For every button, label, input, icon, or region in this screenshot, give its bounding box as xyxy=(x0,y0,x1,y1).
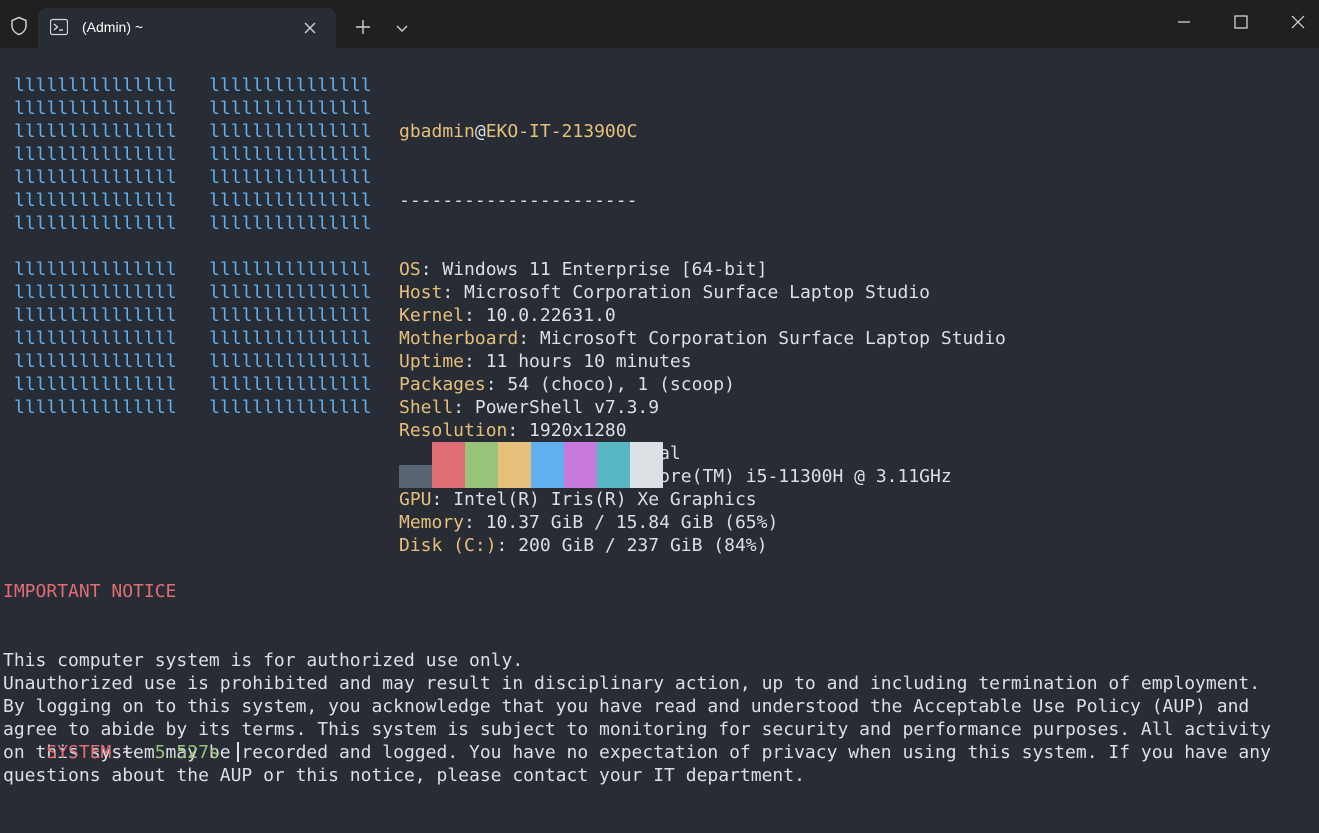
info-key: Uptime xyxy=(399,351,465,372)
logo-row: lllllllllllllll lllllllllllllll xyxy=(14,144,372,165)
logo-row: lllllllllllllll lllllllllllllll xyxy=(14,397,372,418)
info-value: : Microsoft Corporation Surface Laptop S… xyxy=(442,282,931,303)
info-key: Motherboard xyxy=(399,328,519,349)
user-host-line: gbadmin@EKO-IT-213900C xyxy=(399,120,1006,143)
logo-row: lllllllllllllll lllllllllllllll xyxy=(14,328,372,349)
info-row: Uptime: 11 hours 10 minutes xyxy=(399,350,1006,373)
logo-row: lllllllllllllll lllllllllllllll xyxy=(14,213,372,234)
info-key: Shell xyxy=(399,397,454,418)
color-swatch xyxy=(630,465,663,488)
info-key: Packages xyxy=(399,374,486,395)
info-value: : 1920x1280 xyxy=(507,420,627,441)
window-close-icon[interactable] xyxy=(1290,14,1306,30)
hostname: EKO-IT-213900C xyxy=(485,121,638,142)
plus-icon[interactable] xyxy=(354,18,372,36)
color-swatch xyxy=(630,442,663,465)
color-swatch xyxy=(597,442,630,465)
at-sign: @ xyxy=(474,121,486,142)
text-cursor xyxy=(236,742,239,762)
info-key: Host xyxy=(399,282,443,303)
info-value: : 54 (choco), 1 (scoop) xyxy=(485,374,735,395)
prompt-path: ~ xyxy=(111,742,144,763)
info-value: : Intel(R) Iris(R) Xe Graphics xyxy=(431,489,757,510)
info-key: Memory xyxy=(399,512,465,533)
chevron-down-icon[interactable] xyxy=(394,20,410,36)
info-row: Resolution: 1920x1280 xyxy=(399,419,1006,442)
powershell-icon xyxy=(50,18,68,36)
notice-line: Unauthorized use is prohibited and may r… xyxy=(3,673,1261,694)
logo-row: lllllllllllllll lllllllllllllll xyxy=(14,374,372,395)
minimize-icon[interactable] xyxy=(1176,14,1192,30)
separator-line: ---------------------- xyxy=(399,190,638,211)
logo-row: lllllllllllllll lllllllllllllll xyxy=(14,121,372,142)
info-row: Shell: PowerShell v7.3.9 xyxy=(399,396,1006,419)
notice-line: By logging on to this system, you acknow… xyxy=(3,696,1250,717)
color-swatch xyxy=(399,465,432,488)
shield-icon xyxy=(11,16,27,36)
info-row: Memory: 10.37 GiB / 15.84 GiB (65%) xyxy=(399,511,1006,534)
terminal-tab[interactable]: (Admin) ~ xyxy=(38,8,336,48)
logo-row: lllllllllllllll lllllllllllllll xyxy=(14,259,372,280)
logo-row: lllllllllllllll lllllllllllllll xyxy=(14,167,372,188)
info-key: Kernel xyxy=(399,305,465,326)
notice-line: questions about the AUP or this notice, … xyxy=(3,765,805,786)
notice-title: IMPORTANT NOTICE xyxy=(3,581,177,602)
prompt-duration: 5.527s xyxy=(143,742,231,763)
title-bar: (Admin) ~ xyxy=(0,0,1319,48)
prompt-system: SYSTEM xyxy=(46,742,112,763)
color-swatch xyxy=(597,465,630,488)
close-icon[interactable] xyxy=(302,20,318,36)
color-swatch xyxy=(564,442,597,465)
color-swatch xyxy=(465,465,498,488)
logo-row: lllllllllllllll lllllllllllllll xyxy=(14,351,372,372)
logo-row: lllllllllllllll lllllllllllllll xyxy=(14,282,372,303)
info-value: : Microsoft Corporation Surface Laptop S… xyxy=(518,328,1006,349)
info-value: : Windows 11 Enterprise [64-bit] xyxy=(420,259,768,280)
info-row: Packages: 54 (choco), 1 (scoop) xyxy=(399,373,1006,396)
color-swatch xyxy=(564,465,597,488)
info-row: Host: Microsoft Corporation Surface Lapt… xyxy=(399,281,1006,304)
info-row: Motherboard: Microsoft Corporation Surfa… xyxy=(399,327,1006,350)
logo-row: lllllllllllllll lllllllllllllll xyxy=(14,305,372,326)
color-swatch xyxy=(498,442,531,465)
info-value: : 10.37 GiB / 15.84 GiB (65%) xyxy=(464,512,779,533)
terminal-area[interactable]: lllllllllllllll lllllllllllllll lllllllll… xyxy=(0,48,1319,786)
color-swatch xyxy=(432,442,465,465)
info-row: GPU: Intel(R) Iris(R) Xe Graphics xyxy=(399,488,1006,511)
color-swatch xyxy=(531,442,564,465)
color-swatch xyxy=(531,465,564,488)
logo-row: lllllllllllllll lllllllllllllll xyxy=(14,190,372,211)
login-notice: IMPORTANT NOTICE This computer system is… xyxy=(3,534,1271,833)
info-key: Resolution xyxy=(399,420,508,441)
tab-title: (Admin) ~ xyxy=(82,19,144,35)
info-value: : 11 hours 10 minutes xyxy=(464,351,692,372)
color-swatch xyxy=(399,442,432,465)
username: gbadmin xyxy=(399,121,475,142)
maximize-icon[interactable] xyxy=(1233,14,1249,30)
color-swatch xyxy=(465,442,498,465)
notice-line: This computer system is for authorized u… xyxy=(3,650,524,671)
logo-row: lllllllllllllll lllllllllllllll xyxy=(14,98,372,119)
color-swatch xyxy=(498,465,531,488)
info-key: GPU xyxy=(399,489,432,510)
color-palette xyxy=(399,442,663,488)
system-info: gbadmin@EKO-IT-213900C -----------------… xyxy=(399,74,1006,603)
logo-row: lllllllllllllll lllllllllllllll xyxy=(14,75,372,96)
info-key: OS xyxy=(399,259,421,280)
shell-prompt[interactable]: SYSTEM ~ 5.527s xyxy=(3,718,239,763)
windows-logo-ascii: lllllllllllllll lllllllllllllll lllllllll… xyxy=(14,74,372,419)
info-row: OS: Windows 11 Enterprise [64-bit] xyxy=(399,258,1006,281)
info-row: Kernel: 10.0.22631.0 xyxy=(399,304,1006,327)
logo-row xyxy=(14,235,372,258)
info-value: : 10.0.22631.0 xyxy=(464,305,616,326)
info-value: : PowerShell v7.3.9 xyxy=(453,397,660,418)
color-swatch xyxy=(432,465,465,488)
